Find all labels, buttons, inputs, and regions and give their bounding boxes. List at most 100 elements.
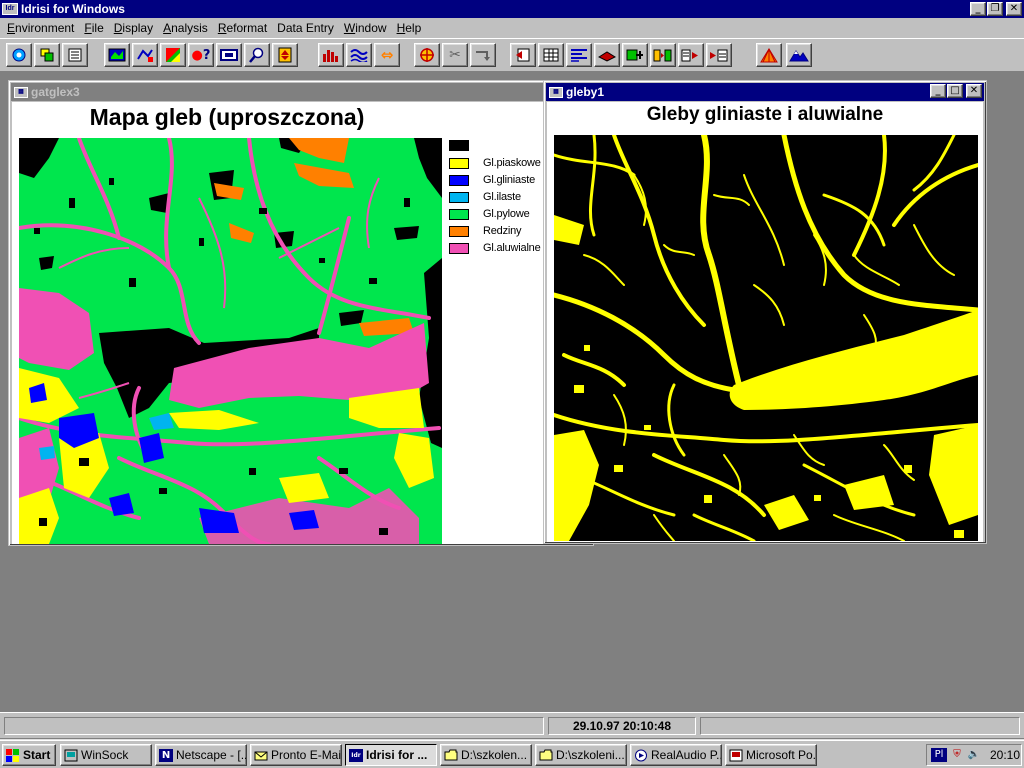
tray-clock: 20:10 [990,748,1021,762]
menu-display[interactable]: Display [109,21,158,35]
folder-icon [444,749,458,762]
legend-swatch [449,191,469,203]
legend-swatch [449,140,469,151]
lines-icon[interactable] [566,43,592,67]
stack-icon[interactable] [272,43,298,67]
legend-item: Gl.aluwialne [449,242,541,254]
zoom-icon[interactable] [244,43,270,67]
map-canvas: Mapa gleb (uproszczona) Gl.piaskowe Gl.g… [12,102,547,544]
taskbar-item-folder-1[interactable]: D:\szkolen... [440,744,532,766]
target-icon[interactable] [414,43,440,67]
email-icon [254,749,268,762]
window-title: gleby1 [566,85,605,99]
histogram-icon[interactable] [318,43,344,67]
export-icon[interactable] [510,43,536,67]
palette-icon[interactable] [160,43,186,67]
menu-file[interactable]: File [79,21,108,35]
system-tray: Pl ⛨ 🔈 20:10 [926,744,1022,766]
language-indicator[interactable]: Pl [931,748,947,762]
legend-item: Redziny [449,225,522,237]
vector-icon[interactable] [132,43,158,67]
waves-icon[interactable] [346,43,372,67]
map-canvas: Gleby gliniaste i aluwialne [547,102,983,542]
window-icon: ▦ [549,86,563,98]
status-bar: 29.10.97 20:10:48 [0,712,1024,738]
window-titlebar[interactable]: ▦ gatglex3 [11,83,591,101]
legend-swatch [449,225,469,237]
menu-environment[interactable]: Environment [2,21,79,35]
taskbar-item-netscape[interactable]: N Netscape - [... [155,744,247,766]
status-datetime: 29.10.97 20:10:48 [548,717,696,735]
powerpoint-icon [729,749,743,762]
menu-help[interactable]: Help [392,21,427,35]
menu-bar: Environment File Display Analysis Reform… [0,18,1024,38]
app-title: Idrisi for Windows [21,2,125,16]
idrisi-logo-icon: Idr [2,3,18,15]
netscape-icon: N [159,748,173,762]
close-button[interactable]: ✕ [1006,2,1022,16]
close-button[interactable]: ✕ [966,84,982,98]
compare-icon[interactable] [650,43,676,67]
window-titlebar[interactable]: ▦ gleby1 _ □ ✕ [546,83,984,101]
shield-icon[interactable]: ⛨ [950,748,964,762]
taskbar-item-realaudio[interactable]: RealAudio P... [630,744,722,766]
taskbar-item-folder-2[interactable]: D:\szkoleni... [535,744,627,766]
menu-reformat[interactable]: Reformat [213,21,272,35]
map-title: Gleby gliniaste i aluwialne [646,104,884,125]
status-panel-extra [700,717,1020,735]
table-icon[interactable] [538,43,564,67]
layer-icon[interactable] [594,43,620,67]
binary-soil-map-image[interactable] [554,135,978,541]
frame-icon[interactable] [216,43,242,67]
menu-analysis[interactable]: Analysis [158,21,213,35]
windows-logo-icon [6,748,20,762]
taskbar-item-pronto[interactable]: Pronto E-Mail [250,744,342,766]
menu-window[interactable]: Window [339,21,392,35]
folder-icon [539,749,553,762]
legend-item: Gl.ilaste [449,191,521,203]
minimize-button[interactable]: _ [930,84,946,98]
taskbar-item-powerpoint[interactable]: Microsoft Po... [725,744,817,766]
add-icon[interactable] [622,43,648,67]
terrain-icon[interactable] [756,43,782,67]
list-icon[interactable] [62,43,88,67]
swap-icon[interactable]: ⇔ [374,43,400,67]
legend-item: Gl.gliniaste [449,174,535,186]
start-button[interactable]: Start [2,744,56,766]
menu-data-entry[interactable]: Data Entry [272,21,339,35]
toolbar: ●? ⇔ ✂ [0,38,1024,72]
minimize-button[interactable]: _ [970,2,986,16]
idrisi-icon: Idr [349,748,363,762]
convert-icon[interactable] [678,43,704,67]
realaudio-icon [634,749,648,762]
maximize-button[interactable]: □ [947,84,963,98]
legend-item: Gl.pylowe [449,208,530,220]
legend-item: Gl.piaskowe [449,157,541,169]
globe-icon[interactable] [6,43,32,67]
map-title: Mapa gleb (uproszczona) [89,104,365,130]
speaker-icon[interactable]: 🔈 [967,748,981,762]
window-title: gatglex3 [31,85,80,99]
legend-swatch [449,208,469,220]
app-titlebar: Idr Idrisi for Windows _ ❐ ✕ [0,0,1024,18]
window-icon: ▦ [14,86,28,98]
taskbar: Start WinSock N Netscape - [... Pronto E… [0,740,1024,768]
cross-icon[interactable]: ✂ [442,43,468,67]
winsock-icon [64,749,78,762]
taskbar-item-idrisi[interactable]: Idr Idrisi for ... [345,744,437,766]
map-window-gatglex3: ▦ gatglex3 Mapa gleb (uproszczona) Gl.pi… [8,80,594,546]
query-icon[interactable]: ●? [188,43,214,67]
taskbar-item-winsock[interactable]: WinSock [60,744,152,766]
mountain-icon[interactable] [786,43,812,67]
legend-swatch [449,157,469,169]
windows-icon[interactable] [34,43,60,67]
soil-map-image[interactable] [19,138,442,544]
legend-item [449,140,483,151]
import-icon[interactable] [706,43,732,67]
legend-swatch [449,242,469,254]
legend-swatch [449,174,469,186]
status-panel-main [4,717,544,735]
arrow-icon[interactable] [470,43,496,67]
restore-button[interactable]: ❐ [987,2,1003,16]
map-icon[interactable] [104,43,130,67]
